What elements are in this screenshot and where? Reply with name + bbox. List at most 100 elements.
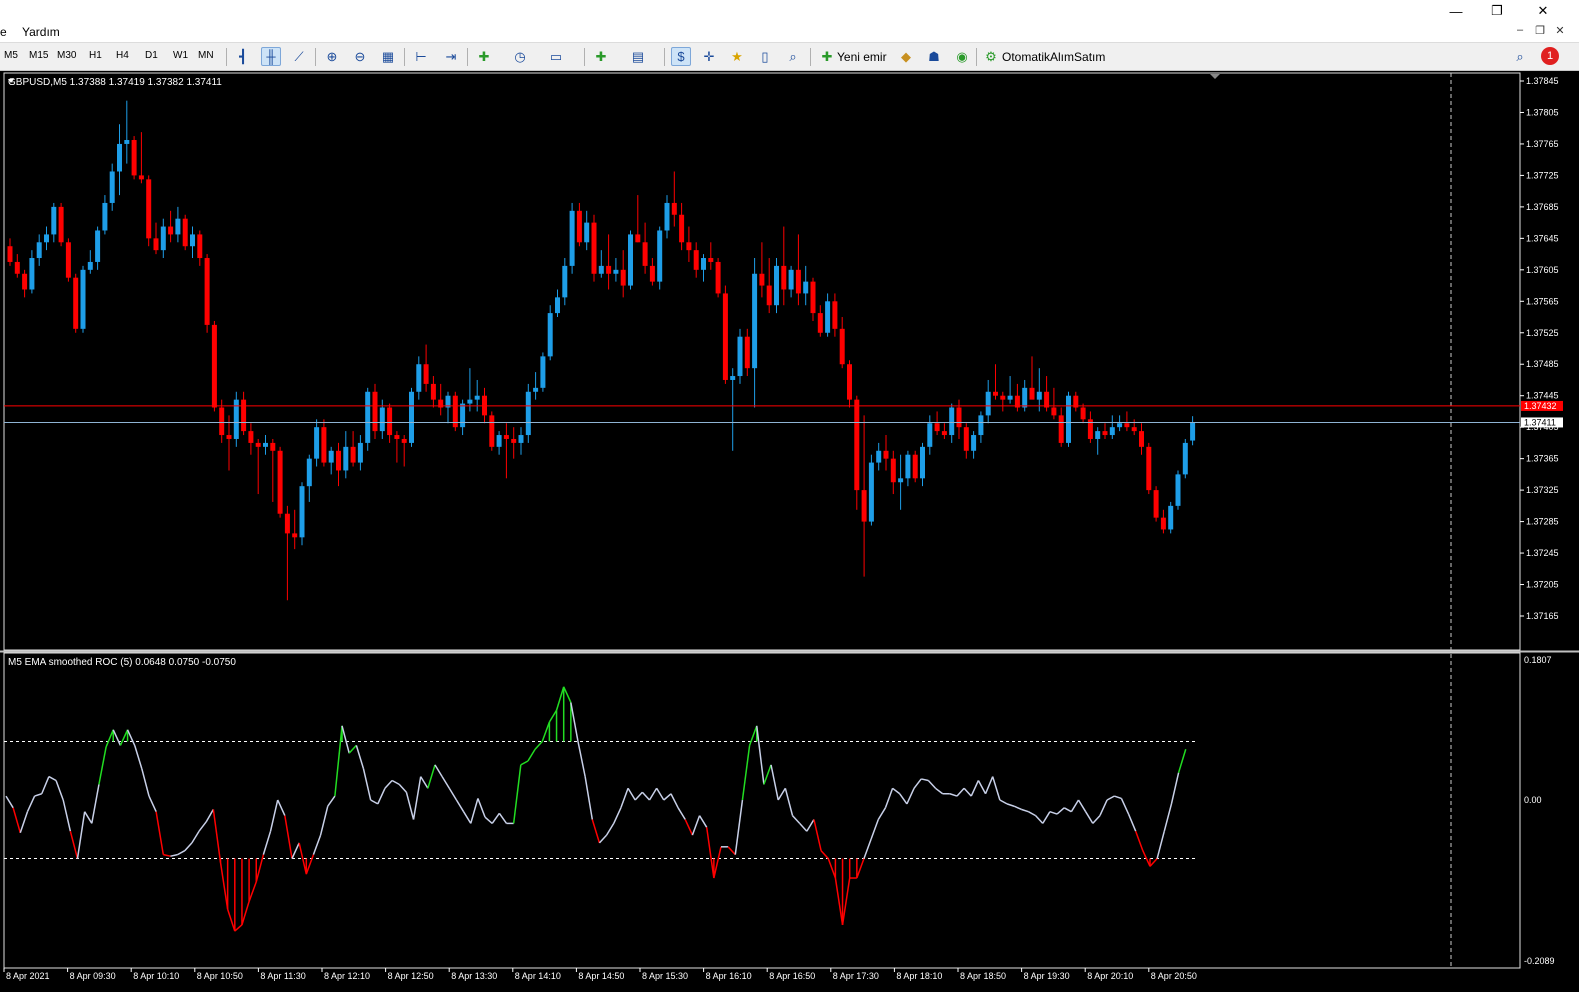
- candle-body: [679, 214, 685, 243]
- restore-icon[interactable]: ❐: [1474, 0, 1520, 22]
- roc-line-segment: [191, 830, 200, 844]
- candle-body: [905, 454, 911, 479]
- indicator-top-label: 0.1807: [1524, 655, 1552, 665]
- roc-line-segment: [984, 776, 994, 795]
- chart-window[interactable]: 1.37845 1.37805 1.37765 1.37725 1.37685 1.376…: [0, 71, 1579, 992]
- timeframe-h1[interactable]: H1: [89, 50, 102, 61]
- toolbar-separator: [976, 48, 977, 66]
- candle-body: [635, 234, 641, 243]
- timeframe-m15[interactable]: M15: [29, 50, 48, 61]
- crosshair-icon[interactable]: ✛: [699, 47, 719, 66]
- candle-body: [1080, 407, 1086, 420]
- market-watch-icon[interactable]: $: [671, 47, 691, 66]
- candle-body: [803, 281, 809, 294]
- new-chart-icon[interactable]: ✚: [591, 47, 611, 66]
- signals-icon[interactable]: ☗: [924, 47, 944, 66]
- indicator-zero-label: 0.00: [1524, 795, 1542, 805]
- candlestick-chart-icon[interactable]: ╫: [261, 47, 281, 66]
- metaeditor-icon[interactable]: ◆: [896, 47, 916, 66]
- roc-line-segment: [799, 822, 808, 832]
- autotrading-button[interactable]: OtomatikAlımSatım: [1002, 47, 1105, 66]
- timeframe-d1[interactable]: D1: [145, 50, 158, 61]
- candle-body: [211, 324, 217, 408]
- timeframe-h4[interactable]: H4: [116, 50, 129, 61]
- search-icon[interactable]: ⌕: [1510, 47, 1530, 66]
- candle-body: [292, 533, 298, 538]
- autotrading-icon[interactable]: ⚙: [981, 47, 1001, 66]
- candle-body: [628, 234, 633, 286]
- data-window-icon[interactable]: ▯: [755, 47, 775, 66]
- roc-line-segment: [370, 799, 379, 805]
- roc-line-segment: [62, 799, 72, 832]
- autoscroll-icon[interactable]: ⇥: [441, 47, 461, 66]
- roc-line-segment: [1042, 811, 1051, 824]
- candle-body: [708, 258, 714, 262]
- candle-body: [722, 293, 728, 380]
- close-icon[interactable]: ✕: [1520, 0, 1566, 22]
- roc-line-segment: [26, 795, 36, 813]
- mdi-close-icon[interactable]: ✕: [1550, 24, 1570, 40]
- line-chart-icon[interactable]: ⟋: [289, 47, 309, 66]
- price-label: 1.37765: [1526, 139, 1559, 149]
- timeframe-m5[interactable]: M5: [4, 50, 18, 61]
- time-label: 8 Apr 17:30: [833, 971, 879, 981]
- roc-line-segment: [820, 850, 829, 860]
- roc-line-segment: [212, 809, 222, 863]
- profiles-icon[interactable]: ▤: [628, 47, 648, 66]
- candle-body: [328, 450, 334, 463]
- strategy-tester-icon[interactable]: ⌕: [783, 47, 803, 66]
- roc-line-segment: [1163, 803, 1173, 832]
- roc-line-segment: [34, 793, 42, 797]
- menu-item-partial[interactable]: e: [0, 25, 7, 39]
- roc-line-segment: [198, 821, 207, 832]
- candle-body: [1066, 395, 1071, 443]
- candle-body: [737, 336, 743, 377]
- candle-body: [825, 301, 831, 333]
- menu-item-help[interactable]: Yardım: [22, 25, 60, 39]
- notification-badge[interactable]: 1: [1541, 47, 1559, 65]
- minimize-icon[interactable]: —: [1433, 0, 1479, 22]
- zoom-in-icon[interactable]: ⊕: [322, 47, 342, 66]
- new-order-button[interactable]: Yeni emir: [837, 47, 887, 66]
- templates-icon[interactable]: ▭: [546, 47, 566, 66]
- chart-shift-icon[interactable]: ⊢: [411, 47, 431, 66]
- candle-body: [555, 297, 560, 314]
- roc-line-segment: [384, 779, 393, 789]
- candle-body: [503, 435, 509, 439]
- vps-icon[interactable]: ◉: [952, 47, 972, 66]
- roc-line-segment: [41, 776, 50, 795]
- roc-line-segment: [791, 815, 801, 824]
- candle-body: [985, 391, 991, 416]
- toolbar-separator: [226, 48, 227, 66]
- new-order-icon[interactable]: ✚: [817, 47, 837, 66]
- candle-body: [1109, 427, 1115, 436]
- roc-line-segment: [355, 745, 365, 770]
- roc-line-segment: [184, 842, 193, 852]
- mdi-minimize-icon[interactable]: –: [1510, 24, 1530, 40]
- candle-body: [1190, 422, 1196, 441]
- roc-line-segment: [205, 808, 215, 823]
- roc-line-segment: [577, 741, 586, 777]
- periods-clock-icon[interactable]: ◷: [510, 47, 530, 66]
- time-label: 8 Apr 2021: [6, 971, 50, 981]
- chart-canvas[interactable]: 1.37845 1.37805 1.37765 1.37725 1.37685 1.376…: [0, 71, 1579, 992]
- indicator-group: [4, 686, 1195, 932]
- timeframe-m30[interactable]: M30: [57, 50, 76, 61]
- chart-shift-marker[interactable]: [1210, 74, 1220, 79]
- roc-line-segment: [684, 819, 694, 836]
- zoom-out-icon[interactable]: ⊖: [350, 47, 370, 66]
- price-label: 1.37805: [1526, 107, 1559, 117]
- timeframe-mn[interactable]: MN: [198, 50, 214, 61]
- mdi-restore-icon[interactable]: ❐: [1530, 24, 1550, 40]
- indicators-icon[interactable]: ✚: [474, 47, 494, 66]
- timeframe-w1[interactable]: W1: [173, 50, 188, 61]
- candle-body: [854, 399, 860, 491]
- time-label: 8 Apr 12:10: [324, 971, 370, 981]
- roc-line-segment: [921, 778, 929, 782]
- tile-windows-icon[interactable]: ▦: [378, 47, 398, 66]
- roc-line-segment: [362, 768, 372, 801]
- bar-chart-icon[interactable]: ┫: [233, 47, 253, 66]
- candle-body: [1000, 395, 1006, 400]
- candle-body: [584, 222, 590, 243]
- navigator-star-icon[interactable]: ★: [727, 47, 747, 66]
